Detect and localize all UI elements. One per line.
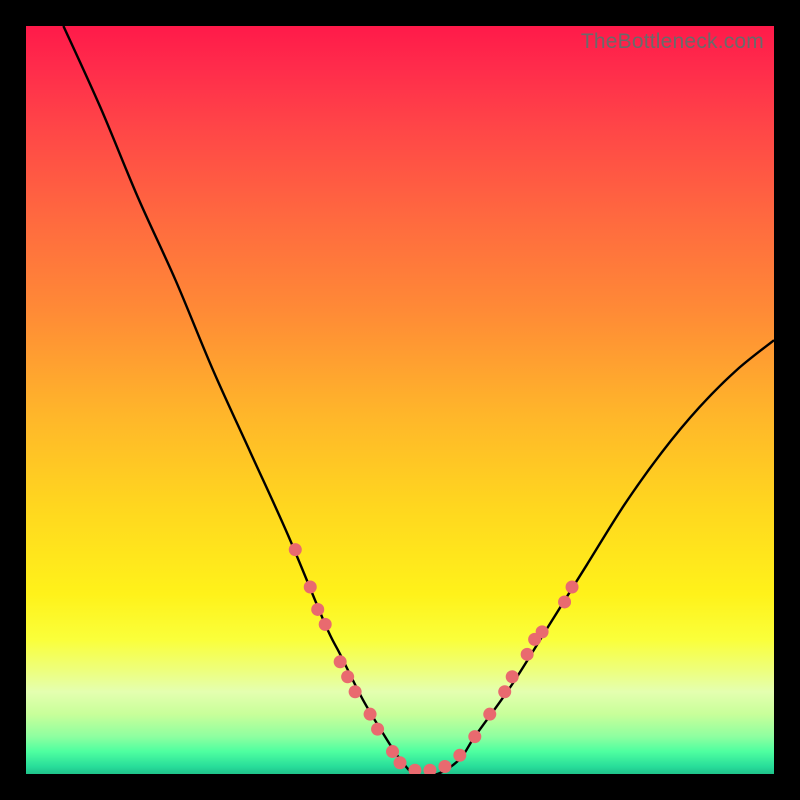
data-marker [468, 730, 481, 743]
data-marker [304, 581, 317, 594]
data-marker [423, 764, 436, 774]
data-marker [364, 708, 377, 721]
marker-group [289, 543, 579, 774]
data-marker [386, 745, 399, 758]
data-marker [408, 764, 421, 774]
bottleneck-curve [26, 26, 774, 774]
data-marker [483, 708, 496, 721]
data-marker [521, 648, 534, 661]
data-marker [371, 723, 384, 736]
data-marker [319, 618, 332, 631]
data-marker [498, 685, 511, 698]
data-marker [334, 655, 347, 668]
data-marker [394, 756, 407, 769]
data-marker [558, 595, 571, 608]
data-marker [349, 685, 362, 698]
curve-path-group [63, 26, 774, 774]
data-marker [566, 581, 579, 594]
chart-frame: TheBottleneck.com [0, 0, 800, 800]
data-marker [341, 670, 354, 683]
curve-path [63, 26, 774, 774]
gradient-plot-area: TheBottleneck.com [26, 26, 774, 774]
data-marker [311, 603, 324, 616]
data-marker [506, 670, 519, 683]
data-marker [438, 760, 451, 773]
data-marker [536, 625, 549, 638]
data-marker [289, 543, 302, 556]
data-marker [453, 749, 466, 762]
